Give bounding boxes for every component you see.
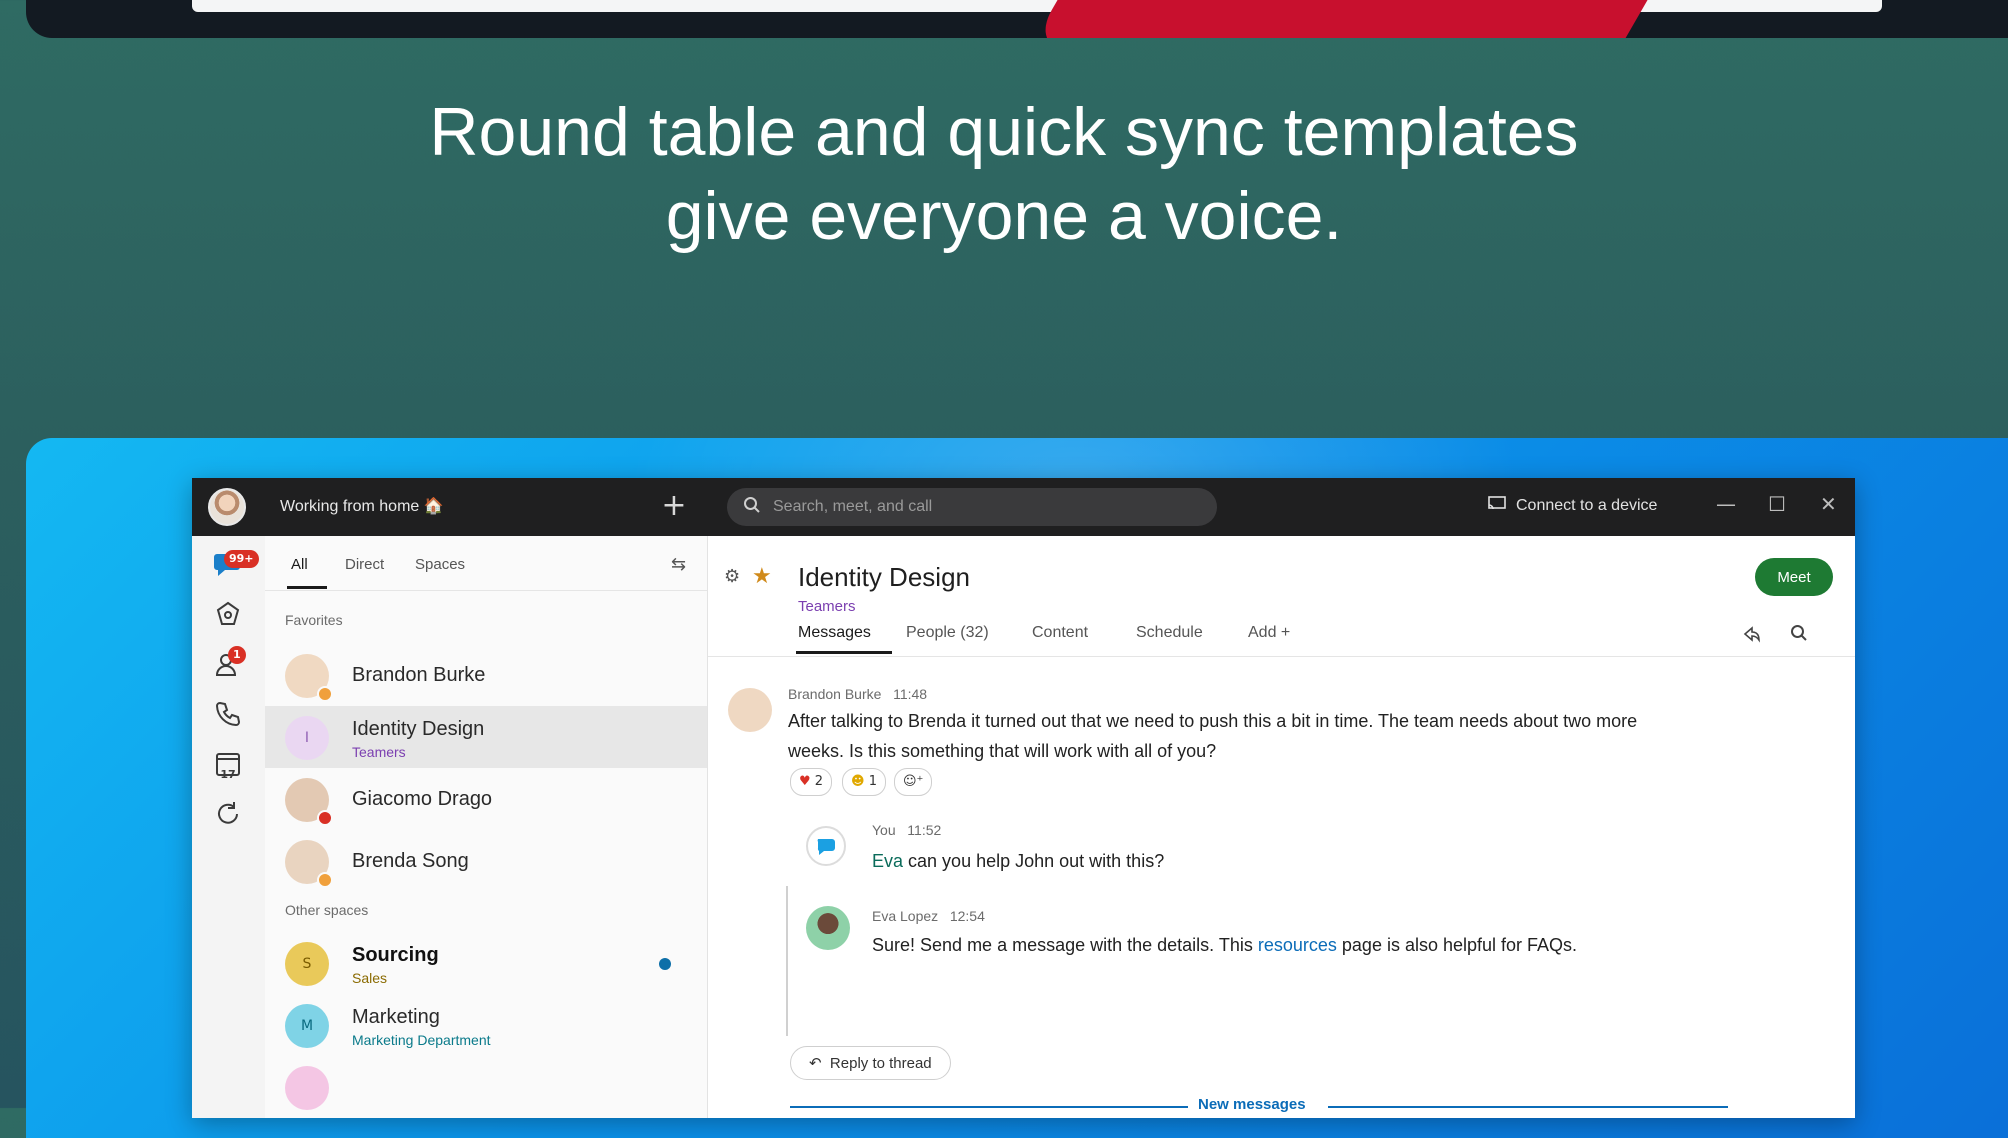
title-bar: Working from home 🏠 + Connect to a devic… [192, 478, 1855, 536]
filter-spaces[interactable]: Spaces [415, 556, 465, 573]
resources-link[interactable]: resources [1258, 935, 1337, 955]
calendar-day: 17 [220, 768, 236, 781]
thread-divider [786, 886, 788, 1036]
minimize-icon[interactable]: — [1716, 492, 1736, 516]
reaction-laugh[interactable]: ☻ 1 [842, 768, 886, 796]
settings-icon[interactable]: ⚙ [724, 566, 740, 587]
tab-add[interactable]: Add + [1248, 624, 1290, 642]
calls-icon[interactable] [212, 700, 244, 732]
maximize-icon[interactable]: ☐ [1768, 492, 1786, 516]
avatar [806, 906, 850, 950]
space-title: Identity Design [798, 562, 970, 592]
connect-device-label: Connect to a device [1516, 496, 1658, 514]
user-avatar[interactable] [208, 488, 246, 526]
message-body: Eva can you help John out with this? [872, 851, 1165, 871]
space-team[interactable]: Teamers [798, 598, 856, 615]
messages-badge: 99+ [224, 550, 259, 568]
list-item-giacomo-drago[interactable]: Giacomo Drago [265, 768, 707, 830]
list-item-brandon-burke[interactable]: Brandon Burke [265, 644, 707, 706]
list-item-partial[interactable] [265, 1056, 707, 1118]
new-messages-label: New messages [1188, 1096, 1316, 1113]
navigation-rail: 99+ 1 17 [192, 536, 266, 1118]
search-messages-icon[interactable] [1790, 624, 1808, 647]
other-spaces-header: Other spaces [285, 902, 369, 918]
teams-icon[interactable] [212, 600, 244, 632]
list-item-team: Sales [352, 970, 388, 986]
message-meta: Eva Lopez 12:54 [872, 908, 985, 924]
message-meta: Brandon Burke 11:48 [788, 686, 928, 702]
message-body: After talking to Brenda it turned out th… [788, 711, 1638, 761]
headline-line-2: give everyone a voice. [665, 178, 1343, 254]
add-reaction-button[interactable]: ☺⁺ [894, 768, 933, 796]
list-item-name: Brandon Burke [352, 664, 486, 686]
webex-app-window: Working from home 🏠 + Connect to a devic… [192, 478, 1855, 1118]
reply-to-thread-button[interactable]: ↶ Reply to thread [790, 1046, 951, 1080]
avatar: S [285, 942, 329, 986]
cast-icon [1488, 496, 1506, 515]
filter-active-indicator [287, 586, 327, 589]
message-body: Sure! Send me a message with the details… [872, 935, 1578, 955]
list-item-name: Marketing [352, 1006, 440, 1028]
star-icon[interactable]: ★ [752, 564, 772, 589]
tab-active-indicator [796, 651, 892, 654]
new-item-button[interactable]: + [658, 490, 690, 522]
tab-people[interactable]: People (32) [906, 624, 989, 642]
list-item-name: Brenda Song [352, 850, 469, 872]
list-item-marketing[interactable]: M Marketing Marketing Department [265, 994, 707, 1056]
heart-icon: ♥ [799, 774, 811, 789]
presence-away-icon [317, 686, 333, 702]
avatar: M [285, 1004, 329, 1048]
list-item-team: Teamers [352, 744, 406, 760]
tab-messages[interactable]: Messages [798, 624, 871, 642]
reaction-heart[interactable]: ♥ 2 [790, 768, 833, 796]
list-item-team: Marketing Department [352, 1032, 491, 1048]
add-reaction-icon: ☺⁺ [903, 774, 924, 789]
laugh-icon: ☻ [851, 774, 865, 789]
top-screenshot-panel [26, 0, 2008, 38]
status-message[interactable]: Working from home 🏠 [280, 496, 444, 516]
contacts-badge: 1 [228, 646, 246, 664]
tab-content[interactable]: Content [1032, 624, 1088, 642]
mention[interactable]: Eva [872, 851, 903, 871]
list-item-name: Sourcing [352, 944, 439, 966]
message-meta: You 11:52 [872, 822, 942, 838]
presence-away-icon [317, 872, 333, 888]
avatar [806, 826, 846, 866]
filter-toggle-icon[interactable]: ⇆ [671, 554, 686, 575]
close-icon[interactable]: ✕ [1820, 492, 1837, 516]
meet-button[interactable]: Meet [1755, 558, 1833, 596]
reply-icon: ↶ [809, 1055, 822, 1072]
conversation-header: ⚙ ★ Identity Design Teamers Meet Message… [708, 536, 1855, 657]
search-bar[interactable] [727, 488, 1217, 526]
search-input[interactable] [771, 497, 1195, 517]
headline-line-1: Round table and quick sync templates [429, 94, 1579, 170]
list-filters: All Direct Spaces ⇆ [265, 536, 707, 591]
avatar [285, 1066, 329, 1110]
avatar [728, 688, 772, 732]
share-icon[interactable] [1742, 624, 1762, 649]
presence-busy-icon [317, 810, 333, 826]
tab-schedule[interactable]: Schedule [1136, 624, 1203, 642]
list-item-identity-design[interactable]: I Identity Design Teamers [265, 706, 707, 768]
conversation-pane: ⚙ ★ Identity Design Teamers Meet Message… [708, 536, 1855, 1118]
refresh-icon[interactable] [212, 800, 244, 832]
list-item-brenda-song[interactable]: Brenda Song [265, 830, 707, 892]
connect-device-button[interactable]: Connect to a device [1488, 496, 1657, 515]
spaces-list-panel: All Direct Spaces ⇆ Favorites Brandon Bu… [265, 536, 708, 1118]
filter-all[interactable]: All [291, 556, 308, 573]
list-item-name: Giacomo Drago [352, 788, 493, 810]
unread-indicator [659, 958, 671, 970]
list-item-sourcing[interactable]: S Sourcing Sales [265, 932, 707, 994]
red-wallpaper-shape [1028, 0, 1654, 38]
avatar: I [285, 716, 329, 760]
search-icon [743, 496, 761, 519]
filter-direct[interactable]: Direct [345, 556, 384, 573]
list-item-name: Identity Design [352, 718, 485, 740]
favorites-header: Favorites [285, 612, 343, 628]
